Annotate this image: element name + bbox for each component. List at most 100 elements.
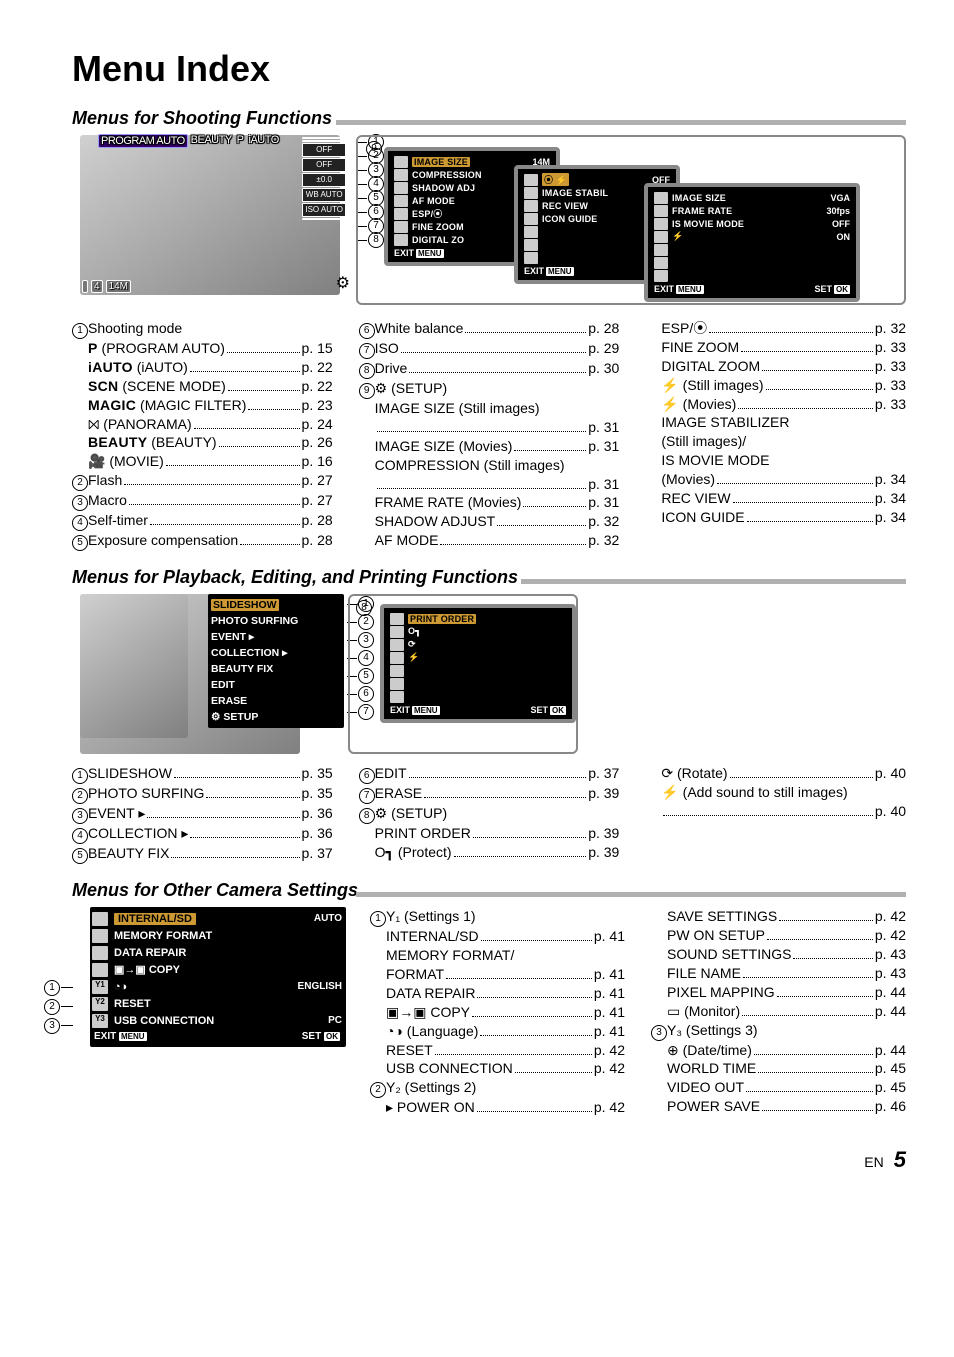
index-line: PW ON SETUPp. 42	[651, 926, 906, 945]
shooting-preview: PROGRAM AUTO BEAUTY P iAUTO 4 14M OFFOFF…	[80, 135, 340, 295]
index-line: 3 Y₃ (Settings 3)	[651, 1021, 906, 1041]
index-line: iAUTO (iAUTO)p. 22	[72, 358, 333, 377]
index-num: 2	[72, 788, 88, 804]
callout: 1	[44, 980, 60, 996]
index-line: ICON GUIDEp. 34	[645, 508, 906, 527]
index-num: 4	[72, 828, 88, 844]
index-line: ⊕ (Date/time)p. 44	[651, 1041, 906, 1060]
index-line: P (PROGRAM AUTO)p. 15	[72, 339, 333, 358]
index-line: 1 Y₁ (Settings 1)	[370, 907, 625, 927]
index-line: O┓ (Protect)p. 39	[359, 843, 620, 862]
index-line: DIGITAL ZOOMp. 33	[645, 357, 906, 376]
callout-9: 9	[366, 141, 382, 157]
settings-panel: INTERNAL/SDAUTOMEMORY FORMATDATA REPAIR▣…	[90, 907, 346, 1047]
index-line: SCN (SCENE MODE)p. 22	[72, 377, 333, 396]
index-line: USB CONNECTIONp. 42	[370, 1059, 625, 1078]
index-line: INTERNAL/SDp. 41	[370, 927, 625, 946]
section2-title: Menus for Playback, Editing, and Printin…	[72, 567, 906, 588]
index-line: PRINT ORDERp. 39	[359, 824, 620, 843]
index-line: FRAME RATE (Movies)p. 31	[359, 493, 620, 512]
callout: 3	[44, 1018, 60, 1034]
footer-page-number: 5	[894, 1147, 906, 1173]
index-line: 4 Self-timerp. 28	[72, 511, 333, 531]
mode-bar: PROGRAM AUTO BEAUTY P iAUTO	[98, 134, 281, 148]
index-line: POWER SAVEp. 46	[651, 1097, 906, 1116]
index-line: WORLD TIMEp. 45	[651, 1059, 906, 1078]
index-line: IMAGE STABILIZER	[645, 413, 906, 432]
index-line: ◔◑ (Language)p. 41	[370, 1022, 625, 1041]
index-line: ⚡ (Still images)p. 33	[645, 376, 906, 395]
index-line: REC VIEWp. 34	[645, 489, 906, 508]
index-line: 5 BEAUTY FIXp. 37	[72, 844, 333, 864]
index-line: SAVE SETTINGSp. 42	[651, 907, 906, 926]
index-line: 3 EVENT ▸p. 36	[72, 804, 333, 824]
index-num: 6	[359, 323, 375, 339]
index-line: MAGIC (MAGIC FILTER)p. 23	[72, 396, 333, 415]
index-line: 4 COLLECTION ▸p. 36	[72, 824, 333, 844]
index-line: ▸ POWER ONp. 42	[370, 1098, 625, 1117]
index-line: 8 Drivep. 30	[359, 359, 620, 379]
index-line: AF MODEp. 32	[359, 531, 620, 550]
index-line: COMPRESSION (Still images)	[359, 456, 620, 475]
index-line: FORMATp. 41	[370, 965, 625, 984]
index-line: MEMORY FORMAT/	[370, 946, 625, 965]
footer-lang: EN	[864, 1154, 883, 1170]
index-num: 7	[359, 343, 375, 359]
index-num: 3	[651, 1025, 667, 1041]
index-num: 1	[370, 911, 386, 927]
index-line: IMAGE SIZE (Movies)p. 31	[359, 437, 620, 456]
index-line: 🎥 (MOVIE)p. 16	[72, 452, 333, 471]
index-line: ⟳ (Rotate)p. 40	[645, 764, 906, 783]
mode-chip	[302, 218, 346, 220]
index-num: 1	[72, 323, 88, 339]
index-line: IS MOVIE MODE	[645, 451, 906, 470]
index-line: 6 EDITp. 37	[359, 764, 620, 784]
index-line: RESETp. 42	[370, 1041, 625, 1060]
callout: 2	[44, 999, 60, 1015]
index-line: p. 31	[359, 475, 620, 494]
index-line: DATA REPAIRp. 41	[370, 984, 625, 1003]
index-num: 8	[359, 808, 375, 824]
index-num: 2	[72, 475, 88, 491]
index-num: 9	[359, 383, 375, 399]
mode-chip: OFF	[302, 158, 346, 172]
mode-chip: ISO AUTO	[302, 203, 346, 217]
index-line: PIXEL MAPPINGp. 44	[651, 983, 906, 1002]
index-num: 4	[72, 515, 88, 531]
index-line: 2 PHOTO SURFINGp. 35	[72, 784, 333, 804]
index-line: p. 31	[359, 418, 620, 437]
index-line: 1 SLIDESHOWp. 35	[72, 764, 333, 784]
page-title: Menu Index	[72, 48, 906, 90]
index-line: 3 Macrop. 27	[72, 491, 333, 511]
index-line: FINE ZOOMp. 33	[645, 338, 906, 357]
index-num: 6	[359, 768, 375, 784]
index-line: BEAUTY (BEAUTY)p. 26	[72, 433, 333, 452]
index-line: ⚡ (Movies)p. 33	[645, 395, 906, 414]
index-line: 8 ⚙ (SETUP)	[359, 804, 620, 824]
index-line: (Movies)p. 34	[645, 470, 906, 489]
mode-chip	[302, 140, 346, 142]
index-line: SOUND SETTINGSp. 43	[651, 945, 906, 964]
index-num: 1	[72, 768, 88, 784]
index-line: p. 40	[645, 802, 906, 821]
shooting-menu-panels: 9 IMAGE SIZE14MCOMPRESSIONSHADOW ADJAF M…	[356, 135, 906, 305]
index-num: 5	[72, 848, 88, 864]
index-line: 2 Flashp. 27	[72, 471, 333, 491]
index-line: 1 Shooting mode	[72, 319, 333, 339]
index-line: 2 Y₂ (Settings 2)	[370, 1078, 625, 1098]
index-line: ⚡ (Add sound to still images)	[645, 783, 906, 802]
index-num: 3	[72, 808, 88, 824]
mode-chip: OFF	[302, 143, 346, 157]
index-num: 7	[359, 788, 375, 804]
index-line: VIDEO OUTp. 45	[651, 1078, 906, 1097]
index-line: 9 ⚙ (SETUP)	[359, 379, 620, 399]
index-num: 5	[72, 535, 88, 551]
index-line: 7 ISOp. 29	[359, 339, 620, 359]
index-line: 5 Exposure compensationp. 28	[72, 531, 333, 551]
mode-chip: ±0.0	[302, 173, 346, 187]
mode-chip	[302, 137, 346, 139]
index-line: 6 White balancep. 28	[359, 319, 620, 339]
index-line: FILE NAMEp. 43	[651, 964, 906, 983]
mode-chip: WB AUTO	[302, 188, 346, 202]
section3-title: Menus for Other Camera Settings	[72, 880, 906, 901]
